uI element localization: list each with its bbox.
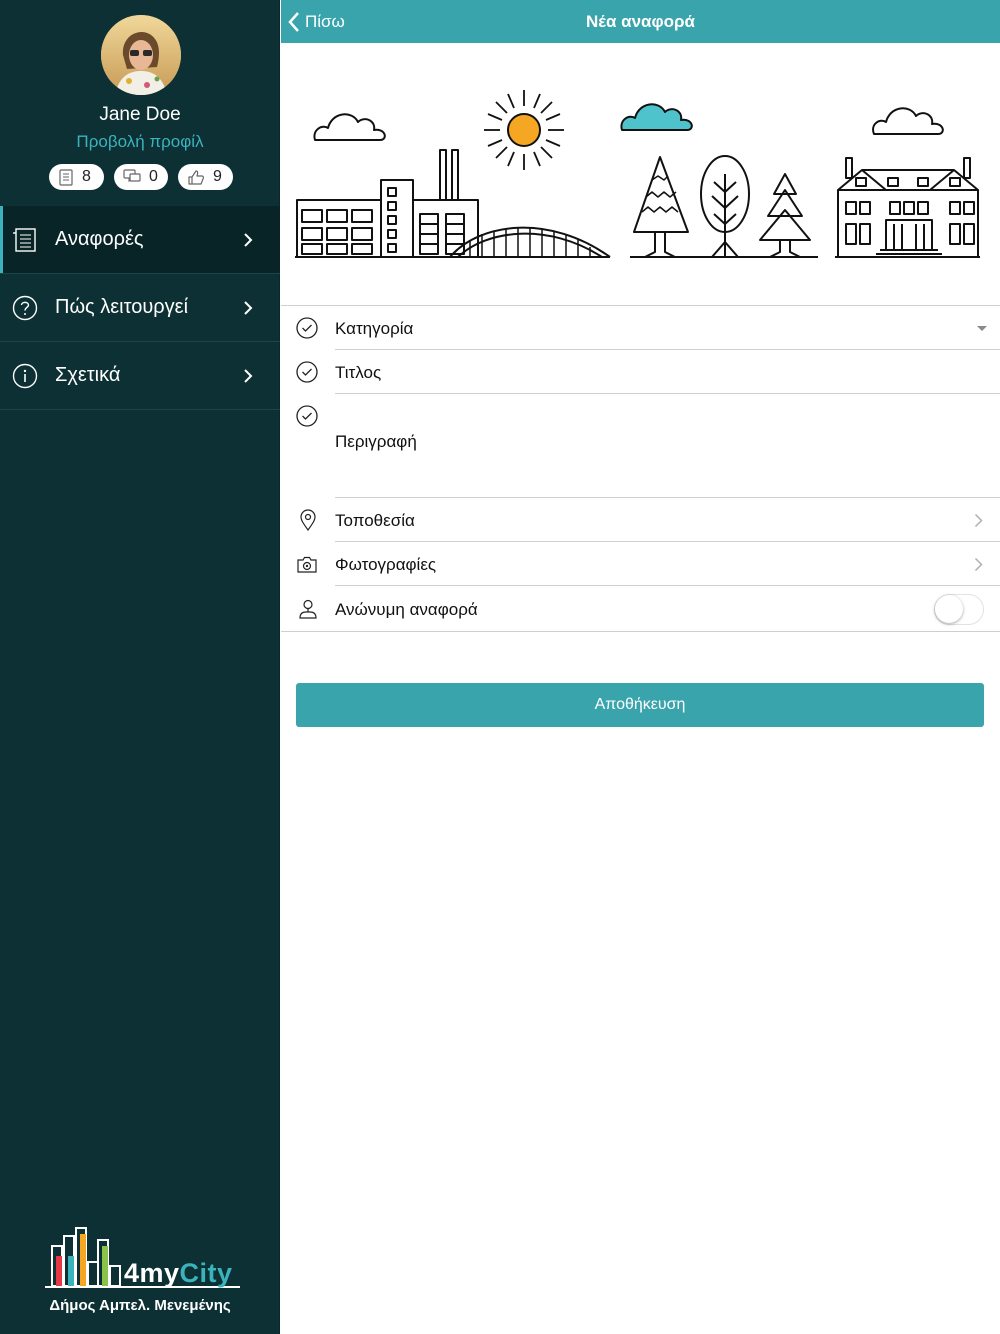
sidebar: Jane Doe Προβολή προφίλ 8 0 9 Αναφορές Π… bbox=[0, 0, 280, 1334]
divider bbox=[335, 541, 1000, 542]
reports-count: 8 bbox=[82, 168, 91, 185]
sidebar-item-how-it-works[interactable]: Πώς λειτουργεί bbox=[0, 274, 280, 342]
sidebar-item-about[interactable]: Σχετικά bbox=[0, 342, 280, 410]
divider bbox=[335, 393, 1000, 394]
toggle-knob bbox=[935, 595, 963, 623]
checkmark-circle-icon bbox=[296, 317, 318, 339]
chevron-right-icon[interactable] bbox=[974, 513, 983, 528]
reports-icon bbox=[13, 228, 36, 252]
chevron-right-icon bbox=[244, 233, 253, 247]
document-icon bbox=[59, 168, 73, 186]
checkmark-circle-icon bbox=[296, 361, 318, 383]
municipality-name: Δήμος Αμπελ. Μενεμένης bbox=[49, 1297, 231, 1314]
anonymous-report-toggle[interactable] bbox=[934, 594, 984, 625]
description-field[interactable]: Περιγραφή bbox=[335, 432, 417, 452]
location-row[interactable]: Τοποθεσία bbox=[335, 511, 415, 531]
comments-count-badge: 0 bbox=[114, 164, 168, 190]
divider bbox=[335, 585, 1000, 586]
camera-icon bbox=[297, 556, 317, 573]
sidebar-menu: Αναφορές Πώς λειτουργεί Σχετικά bbox=[0, 206, 280, 410]
chevron-right-icon[interactable] bbox=[974, 557, 983, 572]
title-field[interactable]: Τιτλος bbox=[335, 363, 381, 383]
brand-name: 4myCity bbox=[124, 1258, 233, 1289]
likes-count-badge: 9 bbox=[178, 164, 233, 190]
likes-count: 9 bbox=[213, 168, 222, 185]
thumbs-up-icon bbox=[188, 169, 205, 185]
anonymous-report-label: Ανώνυμη αναφορά bbox=[335, 600, 478, 619]
navigation-bar: Πίσω Νέα αναφορά bbox=[281, 0, 1000, 43]
profile-stats: 8 0 9 bbox=[0, 164, 280, 191]
user-icon bbox=[299, 599, 317, 619]
brand-prefix: 4my bbox=[124, 1258, 180, 1288]
city-illustration bbox=[295, 90, 980, 258]
help-icon bbox=[12, 295, 38, 321]
sidebar-item-label: Σχετικά bbox=[55, 364, 121, 386]
user-name: Jane Doe bbox=[99, 104, 181, 125]
location-pin-icon bbox=[300, 509, 316, 531]
checkmark-circle-icon bbox=[296, 405, 318, 427]
form-bottom-divider bbox=[281, 631, 1000, 632]
divider bbox=[335, 349, 1000, 350]
dropdown-caret-icon[interactable] bbox=[977, 326, 987, 331]
info-icon bbox=[12, 363, 38, 389]
form-top-divider bbox=[281, 305, 1000, 306]
avatar[interactable] bbox=[101, 15, 181, 95]
sidebar-item-reports[interactable]: Αναφορές bbox=[0, 206, 280, 274]
photos-row[interactable]: Φωτογραφίες bbox=[335, 555, 436, 575]
page-title: Νέα αναφορά bbox=[586, 12, 695, 31]
category-field[interactable]: Κατηγορία bbox=[335, 319, 413, 339]
comments-icon bbox=[123, 169, 141, 183]
sidebar-item-label: Αναφορές bbox=[55, 228, 144, 250]
brand-suffix: City bbox=[179, 1258, 233, 1288]
chevron-right-icon bbox=[244, 301, 253, 315]
view-profile-link[interactable]: Προβολή προφίλ bbox=[0, 132, 280, 152]
sidebar-item-label: Πώς λειτουργεί bbox=[55, 296, 189, 318]
chevron-right-icon bbox=[244, 369, 253, 383]
reports-count-badge: 8 bbox=[49, 164, 104, 190]
divider bbox=[335, 497, 1000, 498]
comments-count: 0 bbox=[149, 168, 158, 185]
save-button[interactable]: Αποθήκευση bbox=[296, 683, 984, 727]
